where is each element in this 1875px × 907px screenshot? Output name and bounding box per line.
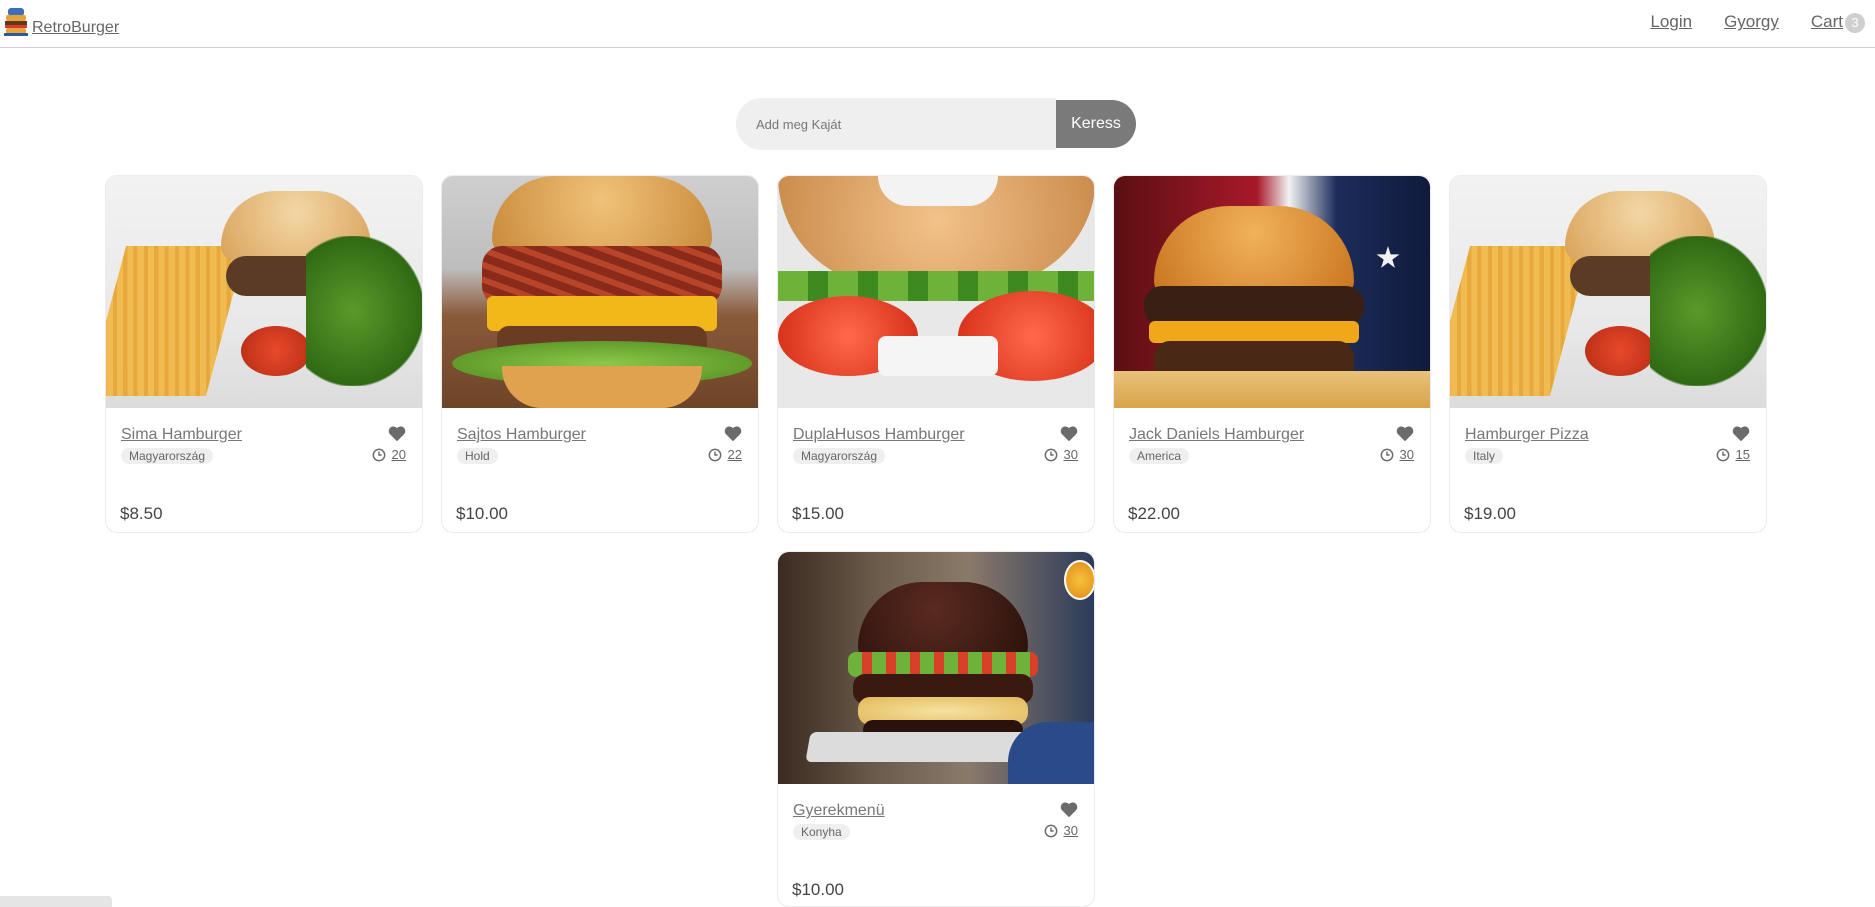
product-price: $8.50 — [120, 504, 163, 523]
cart-count-badge: 3 — [1845, 12, 1865, 33]
origin-badge: Magyarország — [793, 448, 886, 464]
product-price: $10.00 — [792, 880, 844, 899]
cook-time[interactable]: 15 — [1716, 447, 1750, 462]
origin-badge: Hold — [457, 448, 498, 464]
login-link[interactable]: Login — [1650, 12, 1692, 32]
cook-time-value[interactable]: 20 — [392, 447, 406, 462]
top-navbar: RetroBurger Login Gyorgy Cart 3 — [0, 0, 1875, 48]
clock-icon — [1044, 448, 1057, 461]
cook-time-value[interactable]: 22 — [728, 447, 742, 462]
origin-badge: Konyha — [793, 824, 850, 840]
cook-time-value[interactable]: 30 — [1400, 447, 1414, 462]
clock-icon — [1380, 448, 1393, 461]
product-price: $19.00 — [1464, 504, 1516, 523]
product-card[interactable]: Hamburger Pizza Italy 15 $19.00 — [1449, 175, 1767, 533]
search-input[interactable] — [736, 98, 1056, 150]
cook-time[interactable]: 30 — [1044, 447, 1078, 462]
product-image[interactable] — [778, 176, 1094, 408]
product-image[interactable] — [1114, 176, 1430, 408]
product-image[interactable] — [442, 176, 758, 408]
product-price: $10.00 — [456, 504, 508, 523]
heart-icon[interactable] — [1396, 426, 1414, 442]
product-card[interactable]: Sima Hamburger Magyarország 20 $8.50 — [105, 175, 423, 533]
search-bar: Keress — [736, 98, 1136, 150]
product-name[interactable]: Gyerekmenü — [793, 802, 885, 820]
product-image[interactable] — [1450, 176, 1766, 408]
cook-time-value[interactable]: 30 — [1064, 447, 1078, 462]
heart-icon[interactable] — [724, 426, 742, 442]
cook-time[interactable]: 22 — [708, 447, 742, 462]
cart-label[interactable]: Cart — [1811, 12, 1843, 31]
product-price: $15.00 — [792, 504, 844, 523]
product-card[interactable]: DuplaHusos Hamburger Magyarország 30 $15… — [777, 175, 1095, 533]
product-card[interactable]: Sajtos Hamburger Hold 22 $10.00 — [441, 175, 759, 533]
heart-icon[interactable] — [1732, 426, 1750, 442]
cook-time[interactable]: 30 — [1044, 823, 1078, 838]
cart-link[interactable]: Cart 3 — [1811, 12, 1865, 33]
product-card[interactable]: Jack Daniels Hamburger America 30 $22.00 — [1113, 175, 1431, 533]
clock-icon — [1044, 824, 1057, 837]
heart-icon[interactable] — [1060, 426, 1078, 442]
user-link[interactable]: Gyorgy — [1724, 12, 1779, 32]
cook-time-value[interactable]: 15 — [1736, 447, 1750, 462]
nav-links: Login Gyorgy Cart 3 — [1618, 12, 1865, 33]
product-image[interactable] — [778, 552, 1094, 784]
origin-badge: Magyarország — [121, 448, 214, 464]
product-card[interactable]: Gyerekmenü Konyha 30 $10.00 — [777, 551, 1095, 907]
burger-logo-icon — [2, 6, 30, 38]
cook-time[interactable]: 30 — [1380, 447, 1414, 462]
heart-icon[interactable] — [388, 426, 406, 442]
brand-name[interactable]: RetroBurger — [32, 18, 119, 38]
clock-icon — [708, 448, 721, 461]
product-name[interactable]: Sajtos Hamburger — [457, 426, 586, 444]
origin-badge: America — [1129, 448, 1190, 464]
product-name[interactable]: Jack Daniels Hamburger — [1129, 426, 1304, 444]
cook-time-value[interactable]: 30 — [1064, 823, 1078, 838]
product-name[interactable]: Sima Hamburger — [121, 426, 242, 444]
search-button[interactable]: Keress — [1056, 100, 1136, 148]
clock-icon — [372, 448, 385, 461]
product-name[interactable]: Hamburger Pizza — [1465, 426, 1589, 444]
origin-badge: Italy — [1465, 448, 1504, 464]
clock-icon — [1716, 448, 1729, 461]
product-image[interactable] — [106, 176, 422, 408]
product-price: $22.00 — [1128, 504, 1180, 523]
cook-time[interactable]: 20 — [372, 447, 406, 462]
product-name[interactable]: DuplaHusos Hamburger — [793, 426, 965, 444]
heart-icon[interactable] — [1060, 802, 1078, 818]
brand-link[interactable]: RetroBurger — [2, 6, 119, 38]
status-bar-hint — [0, 896, 112, 907]
